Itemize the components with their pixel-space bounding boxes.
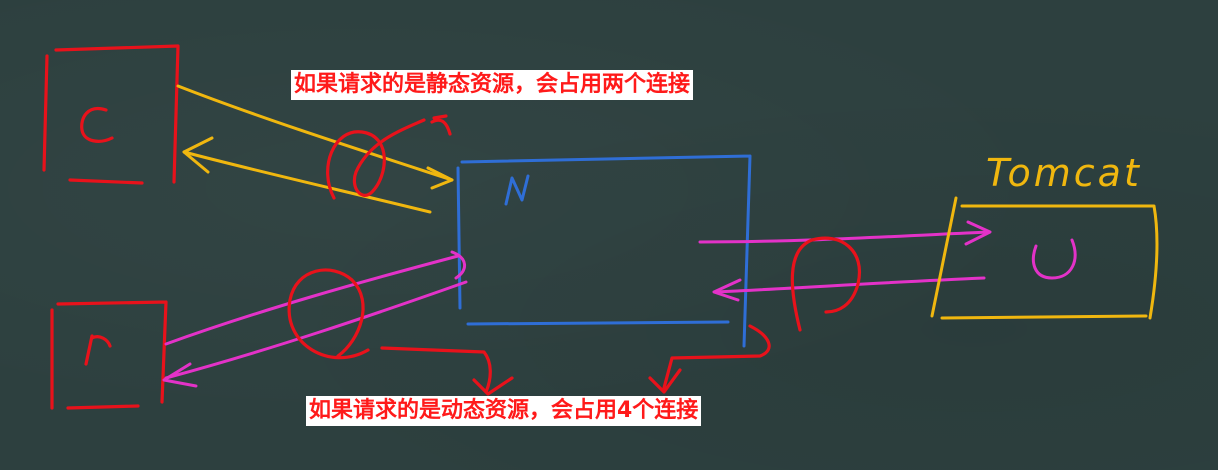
- nginx-letter: [504, 174, 530, 206]
- tomcat-box: [930, 196, 1159, 320]
- dynamic-connection-loop-left: [287, 268, 370, 360]
- client-bottom-letter: [84, 334, 112, 366]
- tomcat-title: Tomcat: [986, 151, 1142, 195]
- static-request-line: [176, 84, 454, 182]
- tomcat-inner-letter: [1031, 238, 1077, 280]
- chalkboard: C Tomc: [0, 0, 1218, 470]
- static-request-arrowhead: [426, 166, 454, 190]
- proxy-connection-tail: [662, 324, 771, 390]
- client-top-box: [42, 44, 180, 185]
- static-connection-arrowhead: [430, 114, 452, 136]
- dynamic-connection-arrowhead-left: [472, 376, 514, 396]
- dynamic-caption: 如果请求的是动态资源，会占用4个连接: [306, 396, 702, 426]
- dynamic-connection-tail-left: [380, 346, 492, 394]
- client-bottom-box: [50, 300, 168, 410]
- static-connection-loop: [326, 118, 426, 200]
- proxy-request-line: [698, 230, 990, 244]
- client-top-letter: [80, 107, 114, 143]
- static-caption: 如果请求的是静态资源，会占用两个连接: [291, 70, 694, 100]
- nginx-box: [456, 154, 752, 348]
- proxy-response-line: [714, 276, 986, 294]
